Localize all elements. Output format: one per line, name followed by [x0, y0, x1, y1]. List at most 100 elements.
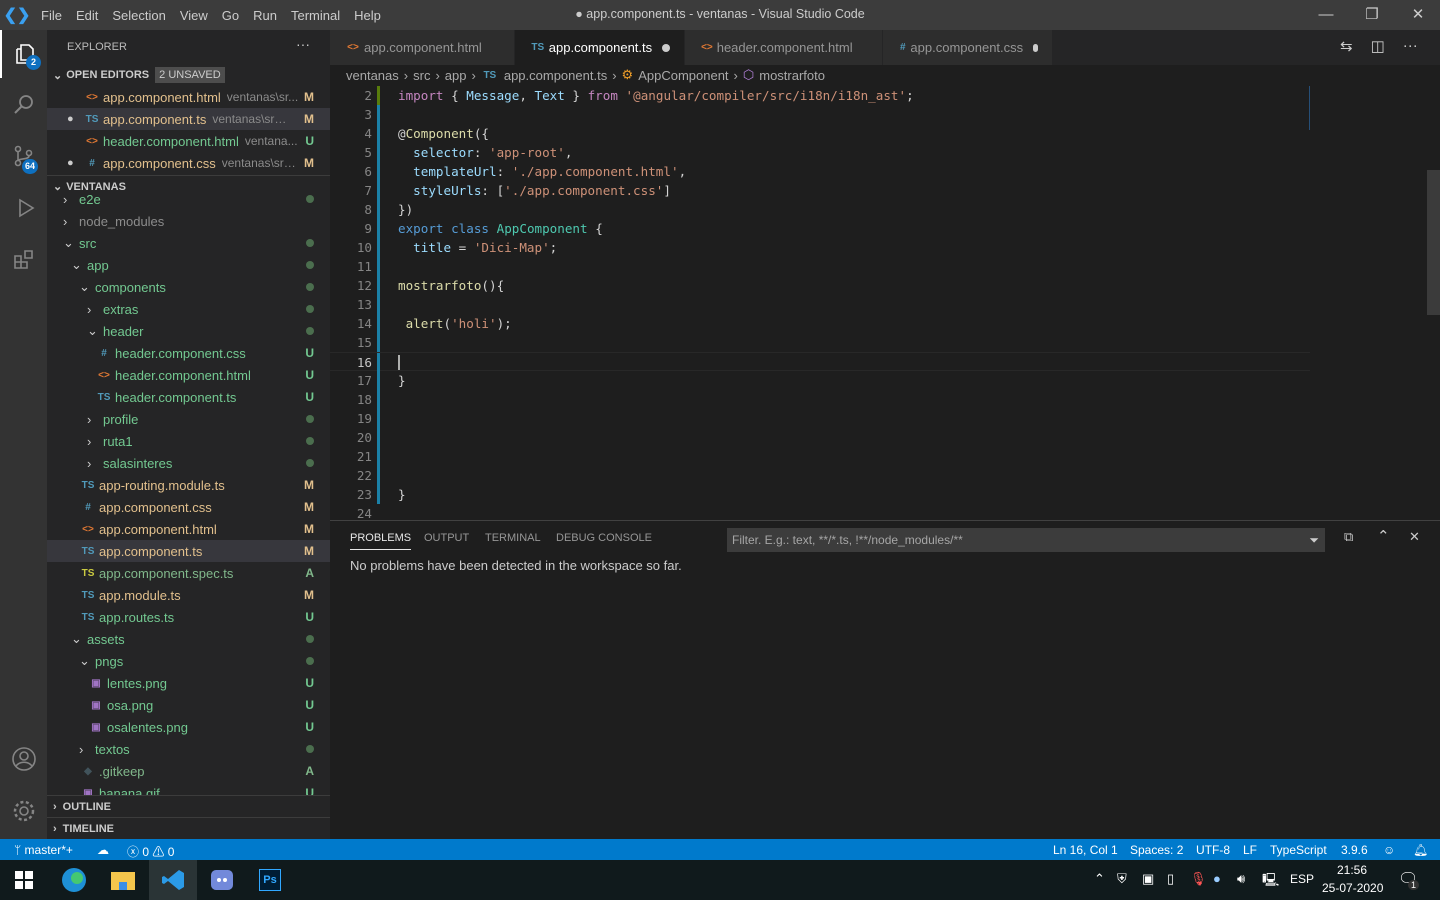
tree-file[interactable]: ▣ osalentes.png U	[47, 716, 330, 738]
breadcrumb-item[interactable]: ventanas	[346, 68, 399, 83]
tab-app-component-ts[interactable]: TS app.component.ts	[514, 30, 686, 65]
indentation[interactable]: Spaces: 2	[1130, 843, 1183, 857]
breadcrumb-item[interactable]: AppComponent	[638, 68, 728, 83]
tree-file[interactable]: TS header.component.ts U	[47, 386, 330, 408]
tree-folder[interactable]: ⌄ app	[47, 254, 330, 276]
restore-button[interactable]: ❐	[1349, 0, 1395, 30]
code-editor[interactable]: 2 import { Message, Text } from '@angular…	[330, 86, 1310, 520]
breadcrumb-item[interactable]: app	[445, 68, 467, 83]
run-debug-activity[interactable]	[0, 184, 47, 232]
tree-folder[interactable]: › salasinteres	[47, 452, 330, 474]
ts-version[interactable]: 3.9.6	[1341, 843, 1368, 857]
open-editor-item[interactable]: <> app.component.html ventanas\sr... M	[47, 86, 330, 108]
explorer-activity[interactable]: 2	[0, 30, 47, 78]
panel-tab-terminal[interactable]: TERMINAL	[485, 532, 541, 544]
open-editor-item[interactable]: <> header.component.html ventana... U	[47, 130, 330, 152]
problems-status[interactable]: ⓧ 0 ⚠ 0	[127, 843, 174, 860]
usb-icon[interactable]: ▯	[1167, 871, 1174, 887]
tab-app-component-css[interactable]: # app.component.css	[883, 30, 1054, 65]
tree-folder[interactable]: › profile	[47, 408, 330, 430]
edge-icon[interactable]	[50, 860, 98, 900]
windows-start-icon[interactable]	[0, 860, 48, 900]
panel-tab-debug-console[interactable]: DEBUG CONSOLE	[556, 532, 652, 544]
notifications-bell-icon[interactable]: 🔔︎	[1413, 843, 1428, 857]
photoshop-icon[interactable]: Ps	[246, 860, 294, 900]
tree-folder[interactable]: ⌄ components	[47, 276, 330, 298]
accounts-activity[interactable]	[0, 735, 47, 783]
open-editors-header[interactable]: ⌄ OPEN EDITORS 2 UNSAVED	[47, 64, 330, 86]
tree-file[interactable]: # app.component.css M	[47, 496, 330, 518]
vscode-taskbar-icon[interactable]	[149, 860, 197, 900]
menu-terminal[interactable]: Terminal	[284, 8, 347, 23]
cursor-position[interactable]: Ln 16, Col 1	[1053, 843, 1118, 857]
timeline-header[interactable]: › TIMELINE	[47, 817, 330, 839]
menu-help[interactable]: Help	[347, 8, 388, 23]
tree-folder[interactable]: › extras	[47, 298, 330, 320]
tree-file[interactable]: <> app.component.html M	[47, 518, 330, 540]
breadcrumb-item[interactable]: mostrarfoto	[759, 68, 825, 83]
open-editor-item[interactable]: ● # app.component.css ventanas\src\... M	[47, 152, 330, 174]
tree-file[interactable]: TS app.component.spec.ts A	[47, 562, 330, 584]
menu-run[interactable]: Run	[246, 8, 284, 23]
maximize-panel-icon[interactable]: ⌃	[1377, 527, 1390, 545]
tree-file[interactable]: TS app.routes.ts U	[47, 606, 330, 628]
tree-folder[interactable]: › ruta1	[47, 430, 330, 452]
tree-folder[interactable]: ⌄ header	[47, 320, 330, 342]
tree-folder[interactable]: ⌄ src	[47, 232, 330, 254]
tree-folder[interactable]: › e2e	[47, 190, 330, 210]
encoding[interactable]: UTF-8	[1196, 843, 1230, 857]
end-of-line[interactable]: LF	[1243, 843, 1257, 857]
breadcrumb-item[interactable]: app.component.ts	[504, 68, 607, 83]
close-panel-icon[interactable]: ✕	[1409, 529, 1420, 545]
menu-selection[interactable]: Selection	[105, 8, 172, 23]
more-actions-icon[interactable]: ···	[296, 36, 310, 52]
tab-app-component-html[interactable]: <> app.component.html	[330, 30, 515, 65]
split-editor-icon[interactable]: ◫	[1371, 37, 1385, 55]
tree-file[interactable]: ◆ .gitkeep A	[47, 760, 330, 782]
tree-file[interactable]: ▣ osa.png U	[47, 694, 330, 716]
problems-filter-input[interactable]: Filter. E.g.: text, **/*.ts, !**/node_mo…	[727, 528, 1325, 552]
clock-time[interactable]: 21:56	[1337, 863, 1367, 877]
outline-header[interactable]: › OUTLINE	[47, 795, 330, 817]
microphone-muted-icon[interactable]: 🎙︎	[1190, 871, 1207, 887]
unsaved-dot-icon[interactable]	[1033, 43, 1039, 52]
unsaved-dot-icon[interactable]: ●	[67, 113, 83, 125]
open-editor-item[interactable]: ● TS app.component.ts ventanas\src\a... M	[47, 108, 330, 130]
menu-edit[interactable]: Edit	[69, 8, 105, 23]
discord-icon[interactable]	[198, 860, 246, 900]
volume-icon[interactable]: 🔊︎	[1237, 871, 1245, 887]
compare-changes-icon[interactable]: ⇆	[1340, 37, 1353, 55]
language-mode[interactable]: TypeScript	[1270, 843, 1327, 857]
source-control-activity[interactable]: 64	[0, 132, 47, 180]
close-window-button[interactable]: ✕	[1395, 0, 1440, 30]
unsaved-dot-icon[interactable]	[662, 43, 671, 52]
more-actions-icon[interactable]: ···	[1403, 37, 1418, 55]
minimize-button[interactable]: —	[1303, 0, 1349, 30]
tree-folder[interactable]: ⌄ assets	[47, 628, 330, 650]
unsaved-dot-icon[interactable]: ●	[67, 157, 83, 169]
tree-file[interactable]: ▣ lentes.png U	[47, 672, 330, 694]
steam-icon[interactable]: ●	[1213, 871, 1221, 886]
menu-go[interactable]: Go	[215, 8, 246, 23]
tree-file[interactable]: TS app-routing.module.ts M	[47, 474, 330, 496]
panel-tab-problems[interactable]: PROBLEMS	[350, 532, 412, 550]
breadcrumb-item[interactable]: src	[413, 68, 430, 83]
manage-activity[interactable]	[0, 787, 47, 835]
branch-status[interactable]: ᛘ master*+	[14, 843, 73, 857]
tree-file[interactable]: # header.component.css U	[47, 342, 330, 364]
menu-view[interactable]: View	[173, 8, 215, 23]
tree-folder[interactable]: › node_modules	[47, 210, 330, 232]
sync-icon[interactable]: ☁	[97, 843, 109, 857]
show-hidden-icons[interactable]: ⌃	[1094, 871, 1105, 887]
search-activity[interactable]	[0, 80, 47, 128]
clock-date[interactable]: 25-07-2020	[1322, 881, 1383, 895]
tree-folder[interactable]: ⌄ pngs	[47, 650, 330, 672]
editor-scrollbar[interactable]	[1427, 170, 1440, 315]
tree-file[interactable]: <> header.component.html U	[47, 364, 330, 386]
file-explorer-icon[interactable]	[99, 860, 147, 900]
tree-file[interactable]: TS app.module.ts M	[47, 584, 330, 606]
input-language[interactable]: ESP	[1290, 872, 1314, 886]
panel-tab-output[interactable]: OUTPUT	[424, 532, 469, 544]
collapse-all-icon[interactable]: ⧉	[1344, 529, 1353, 545]
tab-header-component-html[interactable]: <> header.component.html	[685, 30, 884, 65]
